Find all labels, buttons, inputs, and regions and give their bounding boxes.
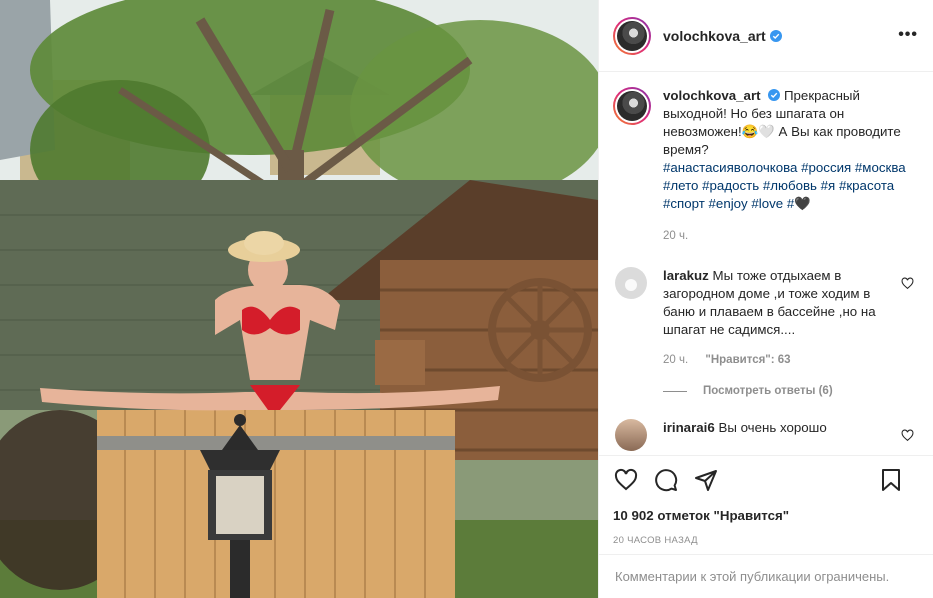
save-button[interactable] — [878, 467, 904, 493]
replies-divider — [663, 390, 687, 392]
share-icon — [695, 470, 717, 491]
comment-username[interactable]: irinarai6 — [663, 420, 715, 435]
more-options-icon[interactable]: ••• — [898, 26, 918, 44]
comment-item: irinarai6 Вы очень хорошо — [613, 419, 918, 451]
post-date[interactable]: 20 часов назад — [613, 535, 920, 546]
caption-avatar[interactable] — [613, 87, 651, 125]
post-photo-illustration — [0, 0, 598, 598]
avatar-placeholder-head — [625, 279, 637, 291]
post-side-panel: volochkova_art ••• volochkova_art Прекра… — [598, 0, 933, 598]
author-username[interactable]: volochkova_art — [663, 28, 766, 44]
view-replies-label: Посмотреть ответы (6) — [703, 385, 833, 397]
comment-button[interactable] — [653, 467, 679, 493]
caption-avatar-wrap — [613, 87, 651, 125]
post-actions: 10 902 отметок "Нравится" 20 часов назад — [599, 455, 933, 555]
author-avatar[interactable] — [613, 16, 651, 55]
comments-list[interactable]: volochkova_art Прекрасный выходной! Но б… — [599, 73, 933, 453]
likes-count[interactable]: 10 902 отметок "Нравится" — [613, 508, 920, 523]
like-heart-icon — [614, 468, 638, 491]
caption-time[interactable]: 20 ч. — [663, 227, 913, 245]
comment-icon — [655, 469, 678, 492]
comment-body: larakuz Мы тоже отдыхаем в загородном до… — [663, 267, 883, 369]
caption-hashtags[interactable]: #анастасияволочкова #россия #москва #лет… — [663, 159, 913, 213]
commenter-avatar[interactable] — [615, 419, 647, 451]
author-avatar-inner — [615, 18, 649, 53]
view-replies-button[interactable]: Посмотреть ответы (6) — [663, 385, 918, 397]
comments-disabled-text: Комментарии к этой публикации ограничены… — [615, 569, 890, 584]
comment-time[interactable]: 20 ч. — [663, 354, 688, 366]
comment-like-heart-icon[interactable] — [901, 429, 914, 442]
caption-username[interactable]: volochkova_art — [663, 88, 761, 103]
comment-text: Вы очень хорошо — [718, 420, 827, 435]
post-header: volochkova_art ••• — [599, 0, 933, 72]
caption: volochkova_art Прекрасный выходной! Но б… — [613, 87, 918, 245]
commenter-avatar[interactable] — [615, 267, 647, 299]
caption-body: volochkova_art Прекрасный выходной! Но б… — [663, 87, 913, 245]
author-avatar-image — [617, 20, 647, 51]
comment-item: larakuz Мы тоже отдыхаем в загородном до… — [613, 267, 918, 369]
action-icons — [613, 466, 920, 494]
like-button[interactable] — [613, 467, 639, 493]
comment-body: irinarai6 Вы очень хорошо — [663, 419, 883, 437]
verified-badge-icon — [769, 29, 782, 42]
comment-meta: 20 ч. "Нравится": 63 — [663, 351, 883, 369]
comment-like-heart-icon[interactable] — [901, 277, 914, 290]
comment-likes[interactable]: "Нравится": 63 — [705, 354, 790, 366]
comment-username[interactable]: larakuz — [663, 268, 709, 283]
caption-avatar-inner — [615, 89, 649, 123]
comments-disabled-notice: Комментарии к этой публикации ограничены… — [599, 554, 933, 598]
post-photo[interactable] — [0, 0, 598, 598]
caption-avatar-image — [617, 91, 647, 121]
save-bookmark-icon — [882, 469, 900, 491]
share-button[interactable] — [693, 467, 719, 493]
caption-verified-badge-icon — [768, 89, 781, 101]
